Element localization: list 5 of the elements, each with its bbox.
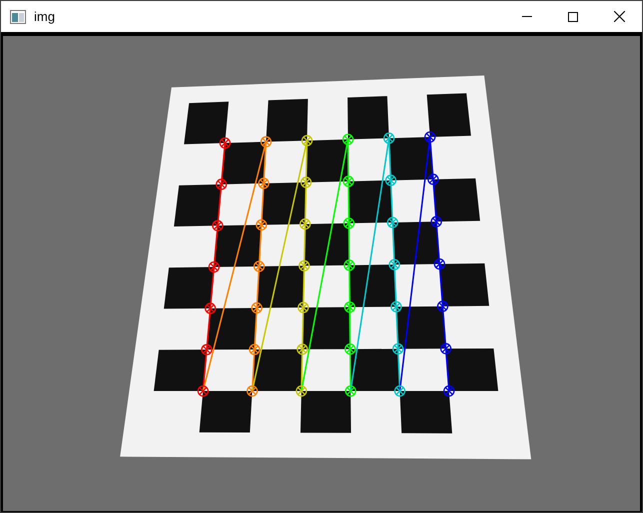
minimize-icon <box>522 16 532 17</box>
window-title: img <box>34 8 55 26</box>
close-icon <box>614 11 624 22</box>
app-icon <box>10 10 26 24</box>
maximize-icon <box>568 12 578 22</box>
